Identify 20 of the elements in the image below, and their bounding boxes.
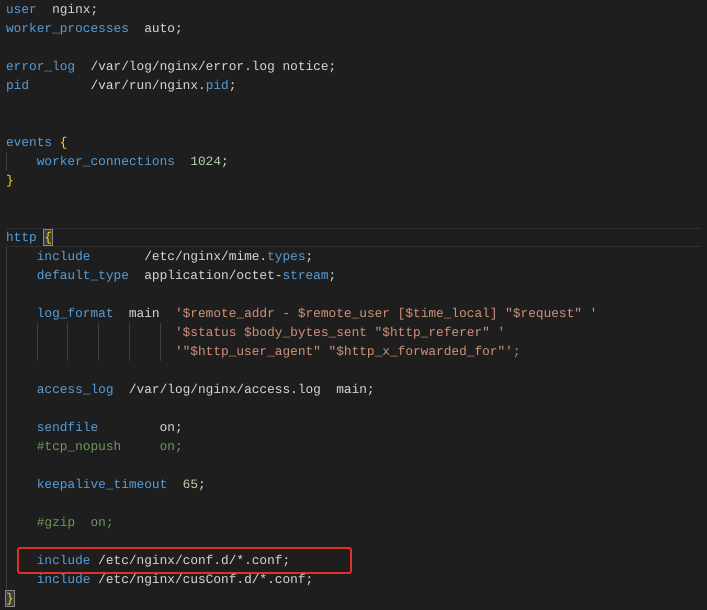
code-line: '"$http_user_agent" "$http_x_forwarded_for"';: [174, 343, 522, 361]
code-line: keepalive_timeout 65;: [36, 476, 207, 494]
code-line: include /etc/nginx/cusConf.d/*.conf;: [36, 571, 314, 589]
code-line: user nginx;: [6, 1, 100, 19]
code-line: include /etc/nginx/conf.d/*.conf;: [36, 552, 292, 570]
code-line: error_log /var/log/nginx/error.log notice;: [6, 58, 338, 76]
code-line: worker_connections 1024;: [36, 153, 230, 171]
code-line: #gzip on;: [36, 514, 115, 532]
code-line: }: [6, 172, 15, 190]
code-line: access_log /var/log/nginx/access.log main;: [36, 381, 376, 399]
code-line: sendfile on;: [36, 419, 184, 437]
code-line: default_type application/octet-stream;: [36, 267, 338, 285]
code-line: #tcp_nopush on;: [36, 438, 184, 456]
code-line: '$status $body_bytes_sent "$http_referer" ': [174, 324, 506, 342]
code-line: pid /var/run/nginx.pid;: [6, 77, 238, 95]
code-line: events {: [6, 134, 68, 152]
code-line: worker_processes auto;: [6, 20, 184, 38]
code-line: log_format main '$remote_addr - $remote_user [$time_local] "$request" ': [36, 305, 598, 323]
code-line: http {: [6, 228, 701, 247]
code-line: include /etc/nginx/mime.types;: [36, 248, 314, 266]
